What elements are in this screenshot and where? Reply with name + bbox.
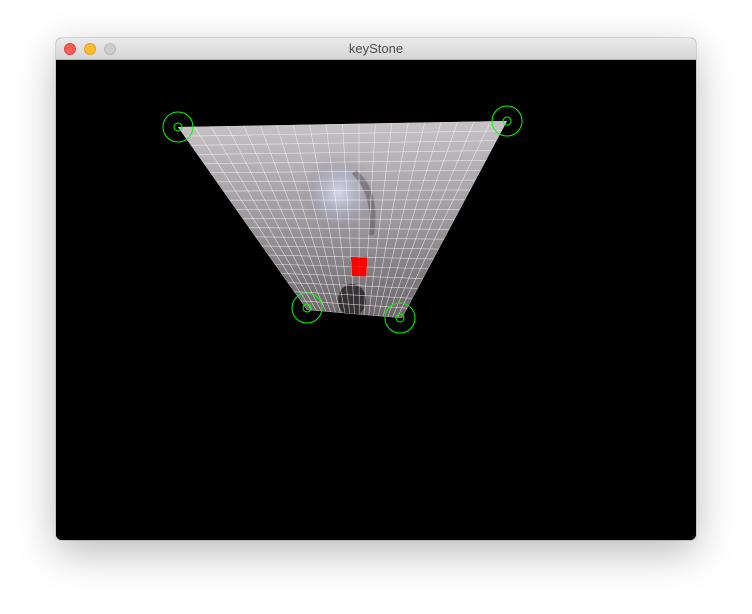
window-title: keyStone bbox=[348, 41, 404, 56]
highlight-cell bbox=[359, 257, 368, 267]
selected-cells bbox=[350, 257, 368, 277]
title-bar[interactable]: keyStone bbox=[56, 38, 696, 60]
highlight-cell bbox=[350, 257, 360, 267]
app-window: keyStone bbox=[56, 38, 696, 540]
keystone-view[interactable] bbox=[56, 60, 696, 540]
highlight-cell bbox=[359, 266, 367, 277]
highlight-cell bbox=[351, 266, 360, 277]
dark-object bbox=[338, 284, 366, 316]
keystone-canvas[interactable] bbox=[56, 60, 696, 540]
